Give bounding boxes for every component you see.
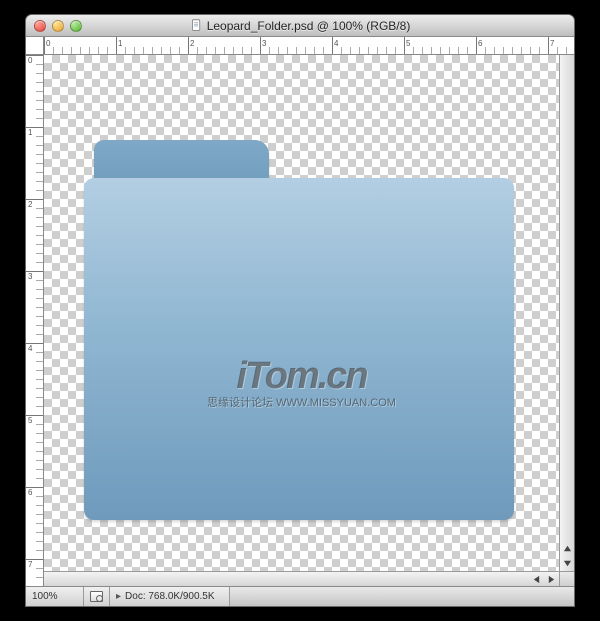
canvas-area: iTom.cn 思缘设计论坛 WWW.MISSYUAN.COM [44,55,574,586]
scroll-right-button[interactable] [544,572,559,586]
preview-toggle[interactable] [84,587,110,606]
titlebar[interactable]: Leopard_Folder.psd @ 100% (RGB/8) [26,15,574,37]
zoom-value: 100% [32,591,58,602]
scrollbar-horizontal[interactable] [44,571,559,586]
ruler-vertical[interactable]: 01234567 [26,55,44,586]
scrollbar-vertical[interactable] [559,55,574,571]
window-title: Leopard_Folder.psd @ 100% (RGB/8) [26,19,574,33]
status-filler [230,587,574,606]
resize-handle[interactable] [559,571,574,586]
window-controls [26,20,82,32]
scroll-left-button[interactable] [529,572,544,586]
close-button[interactable] [34,20,46,32]
window-title-text: Leopard_Folder.psd @ 100% (RGB/8) [207,19,411,33]
document-icon [190,19,203,32]
preview-icon [90,591,103,602]
chevron-right-icon: ▸ [116,591,121,602]
minimize-button[interactable] [52,20,64,32]
zoom-button[interactable] [70,20,82,32]
doc-info[interactable]: ▸ Doc: 768.0K/900.5K [110,587,230,606]
photoshop-window: Leopard_Folder.psd @ 100% (RGB/8) 012345… [25,14,575,607]
folder-artwork [84,140,514,520]
canvas[interactable]: iTom.cn 思缘设计论坛 WWW.MISSYUAN.COM [44,55,559,571]
doc-size-text: Doc: 768.0K/900.5K [125,591,215,602]
ruler-horizontal[interactable]: 01234567 [44,37,574,55]
zoom-field[interactable]: 100% [26,587,84,606]
scroll-up-button[interactable] [560,541,574,556]
status-bar: 100% ▸ Doc: 768.0K/900.5K [26,586,574,606]
scroll-down-button[interactable] [560,556,574,571]
ruler-origin[interactable] [26,37,44,55]
folder-body-shape [84,178,514,520]
